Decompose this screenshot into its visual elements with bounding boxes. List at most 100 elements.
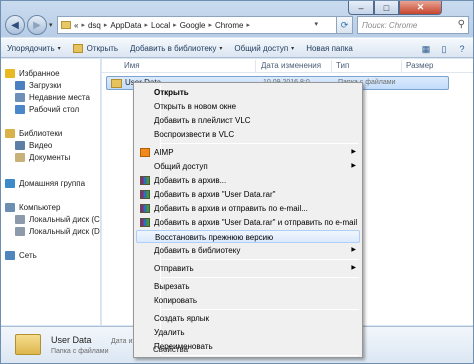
title-bar: – □ ✕ ◀ ▶ ▾ « ▸ dsq ▸ AppData ▸ Local ▸ … (1, 1, 473, 37)
menu-item-label: Создать ярлык (154, 314, 210, 323)
drive-icon (15, 214, 25, 224)
sidebar-item-desktop[interactable]: Рабочий стол (15, 103, 79, 115)
new-folder-button[interactable]: Новая папка (300, 39, 359, 57)
sidebar-item-favorites[interactable]: Избранное (5, 67, 60, 79)
maximize-button[interactable]: □ (374, 1, 399, 15)
menu-item-share[interactable]: Общий доступ ▶ (136, 160, 360, 173)
chevron-down-icon: ▾ (219, 45, 223, 52)
menu-item-send-to[interactable]: Отправить ▶ (136, 262, 360, 275)
column-divider[interactable] (331, 60, 332, 72)
menu-item-copy[interactable]: Копировать (136, 294, 360, 307)
recent-places-icon (15, 92, 25, 102)
breadcrumb-local[interactable]: Local (151, 21, 170, 30)
breadcrumb-chrome[interactable]: Chrome (215, 21, 243, 30)
recent-pages-dropdown-icon[interactable]: ▾ (49, 21, 53, 29)
sidebar-item-documents[interactable]: Документы (15, 151, 70, 163)
sidebar-item-label: Домашняя группа (19, 178, 86, 188)
breadcrumb-appdata[interactable]: AppData (110, 21, 141, 30)
details-name: User Data (51, 335, 92, 345)
menu-item-archive-rar-email[interactable]: Добавить в архив "User Data.rar" и отпра… (136, 216, 360, 229)
menu-item-label: Копировать (154, 296, 198, 305)
address-bar[interactable]: « ▸ dsq ▸ AppData ▸ Local ▸ Google ▸ Chr… (57, 16, 337, 34)
open-button[interactable]: Открыть (67, 39, 124, 57)
menu-item-vlc-play[interactable]: Воспроизвести в VLC (136, 128, 360, 141)
sidebar-item-libraries[interactable]: Библиотеки (5, 127, 62, 139)
menu-item-properties[interactable]: Свойства (135, 343, 359, 356)
sidebar-item-drive-c[interactable]: Локальный диск (C (15, 213, 100, 225)
context-menu: Открыть Открыть в новом окне Добавить в … (133, 82, 363, 358)
back-button[interactable]: ◀ (5, 15, 25, 35)
menu-item-add-archive[interactable]: Добавить в архив... (136, 174, 360, 187)
computer-icon (5, 202, 15, 212)
menu-item-add-library[interactable]: Добавить в библиотеку ▶ (136, 244, 360, 257)
preview-pane-icon[interactable]: ▯ (437, 42, 451, 56)
refresh-button[interactable]: ⟳ (337, 16, 353, 34)
downloads-icon (15, 80, 25, 90)
column-headers: Имя Дата изменения Тип Размер (102, 59, 473, 73)
view-controls: ▦ ▯ ? (419, 42, 469, 56)
breadcrumb-google[interactable]: Google (180, 21, 206, 30)
menu-separator (161, 143, 359, 144)
winrar-icon (140, 176, 150, 185)
organize-button[interactable]: Упорядочить ▾ (1, 39, 67, 57)
column-divider[interactable] (255, 60, 256, 72)
new-folder-label: Новая папка (306, 43, 353, 53)
sidebar-item-computer[interactable]: Компьютер (5, 201, 60, 213)
address-overflow-chevron[interactable]: « (74, 21, 78, 30)
search-icon[interactable]: ⚲ (458, 19, 465, 30)
menu-item-label: Открыть в новом окне (154, 102, 237, 111)
sidebar-item-downloads[interactable]: Загрузки (15, 79, 61, 91)
menu-item-label: Добавить в архив "User Data.rar" (154, 190, 276, 199)
sidebar-item-label: Локальный диск (C (29, 214, 100, 224)
winrar-icon (140, 190, 150, 199)
sidebar-item-video[interactable]: Видео (15, 139, 52, 151)
change-view-icon[interactable]: ▦ (419, 42, 433, 56)
search-input[interactable]: Поиск: Chrome ⚲ (357, 16, 469, 34)
breadcrumb-separator[interactable]: ▸ (208, 21, 212, 29)
sidebar-item-network[interactable]: Сеть (5, 249, 37, 261)
breadcrumb-separator[interactable]: ▸ (145, 21, 149, 29)
minimize-button[interactable]: – (348, 1, 374, 15)
menu-item-delete[interactable]: Удалить (136, 326, 360, 339)
share-button[interactable]: Общий доступ ▾ (228, 39, 300, 57)
column-header-date[interactable]: Дата изменения (261, 61, 321, 70)
menu-item-open[interactable]: Открыть (136, 86, 360, 99)
breadcrumb-dsq[interactable]: dsq (88, 21, 101, 30)
menu-item-archive-email[interactable]: Добавить в архив и отправить по e-mail..… (136, 202, 360, 215)
breadcrumb-separator[interactable]: ▸ (246, 21, 250, 29)
sidebar-item-label: Локальный диск (D (29, 226, 100, 236)
menu-item-create-shortcut[interactable]: Создать ярлык (136, 312, 360, 325)
menu-item-aimp[interactable]: AIMP ▶ (136, 146, 360, 159)
menu-item-label: Свойства (153, 345, 189, 354)
add-to-library-button[interactable]: Добавить в библиотеку ▾ (124, 39, 228, 57)
sidebar-item-drive-d[interactable]: Локальный диск (D (15, 225, 100, 237)
sidebar-item-label: Сеть (19, 250, 37, 260)
breadcrumb-separator[interactable]: ▸ (81, 21, 85, 29)
sidebar-item-recent-places[interactable]: Недавние места (15, 91, 90, 103)
submenu-arrow-icon: ▶ (351, 163, 356, 169)
forward-button[interactable]: ▶ (27, 15, 47, 35)
menu-item-open-new-window[interactable]: Открыть в новом окне (136, 100, 360, 113)
folder-icon (61, 21, 71, 29)
sidebar-item-homegroup[interactable]: Домашняя группа (5, 177, 85, 189)
star-icon (5, 68, 15, 78)
help-icon[interactable]: ? (455, 42, 469, 56)
column-header-name[interactable]: Имя (124, 61, 140, 70)
menu-item-add-archive-rar[interactable]: Добавить в архив "User Data.rar" (136, 188, 360, 201)
menu-separator (161, 277, 359, 278)
column-header-size[interactable]: Размер (406, 61, 434, 70)
column-header-type[interactable]: Тип (336, 61, 349, 70)
menu-item-vlc-playlist[interactable]: Добавить в плейлист VLC (136, 114, 360, 127)
breadcrumb-separator[interactable]: ▸ (173, 21, 177, 29)
documents-icon (15, 152, 25, 162)
close-button[interactable]: ✕ (399, 1, 442, 15)
menu-item-cut[interactable]: Вырезать (136, 280, 360, 293)
address-history-dropdown-icon[interactable]: ▾ (314, 20, 318, 28)
sidebar-item-label: Недавние места (29, 92, 90, 102)
breadcrumb-separator[interactable]: ▸ (104, 21, 108, 29)
desktop-icon (15, 104, 25, 114)
menu-item-restore-previous[interactable]: Восстановить прежнюю версию (136, 230, 360, 243)
winrar-icon (140, 204, 150, 213)
sidebar-item-label: Компьютер (19, 202, 61, 212)
column-divider[interactable] (401, 60, 402, 72)
